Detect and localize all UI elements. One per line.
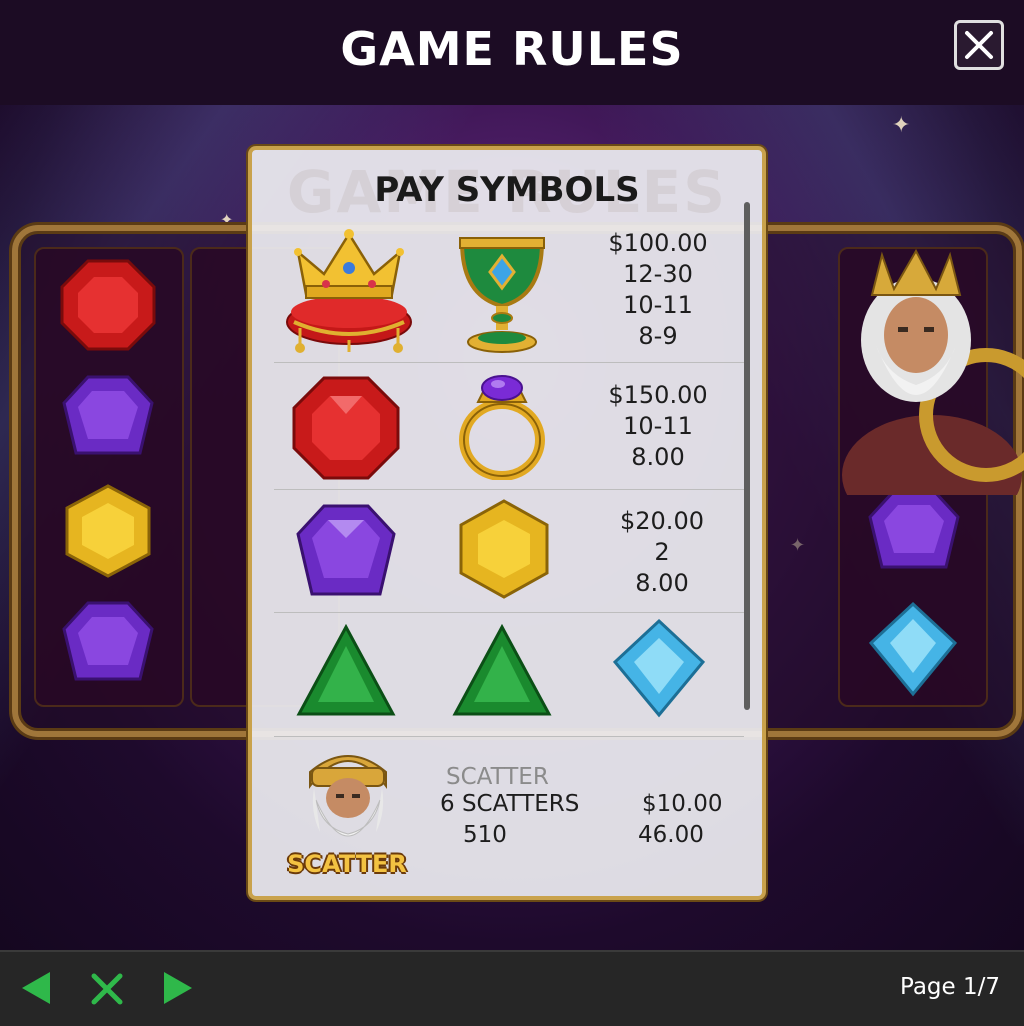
yellow-gem-icon xyxy=(459,499,549,599)
arrow-right-icon xyxy=(164,972,192,1004)
page-indicator: Page 1/7 xyxy=(899,974,1000,1000)
row-divider xyxy=(274,612,744,613)
payout-list: $100.00 12-30 10-11 8-9 xyxy=(598,228,718,352)
payout-value: 2 xyxy=(654,538,670,566)
close-x-icon xyxy=(91,973,123,1005)
ring-icon xyxy=(459,375,545,480)
close-rules-button[interactable] xyxy=(90,972,124,1010)
scatter-label: SCATTER xyxy=(446,764,549,790)
page-title: GAME RULES xyxy=(340,22,684,76)
payout-value: 8.00 xyxy=(635,569,689,597)
payout-value: 12-30 xyxy=(623,260,693,288)
purple-gem-icon xyxy=(296,504,396,596)
previous-page-button[interactable] xyxy=(20,970,52,1010)
payout-value: $100.00 xyxy=(608,229,708,257)
row-divider xyxy=(274,736,744,737)
payout-value: $20.00 xyxy=(620,507,704,535)
row-divider xyxy=(274,489,744,490)
blue-gem-icon xyxy=(868,601,958,697)
red-gem-icon xyxy=(292,376,400,480)
goblet-icon xyxy=(459,237,545,353)
payout-value: 10-11 xyxy=(623,412,693,440)
crown-icon xyxy=(286,229,412,353)
zeus-scatter-icon xyxy=(309,755,387,837)
payout-list: $150.00 10-11 8.00 xyxy=(598,380,718,473)
scatter-prize: $10.00 xyxy=(642,791,723,817)
red-gem-icon xyxy=(60,259,156,351)
green-gem-icon xyxy=(296,624,396,716)
payout-value: 8.00 xyxy=(631,443,685,471)
purple-gem-icon xyxy=(62,601,154,681)
scatter-multiplier: 46.00 xyxy=(638,822,704,848)
arrow-left-icon xyxy=(22,972,50,1004)
close-icon xyxy=(965,31,993,59)
purple-gem-icon xyxy=(868,489,960,569)
row-divider xyxy=(274,362,744,363)
payout-value: 8-9 xyxy=(638,322,678,350)
zeus-character-icon xyxy=(842,248,1024,495)
footer-bar: Page 1/7 xyxy=(0,950,1024,1026)
green-gem-icon xyxy=(452,624,552,716)
close-button[interactable] xyxy=(954,20,1004,70)
scatter-number: 510 xyxy=(463,822,507,848)
scatter-count: 6 SCATTERS xyxy=(440,791,580,817)
purple-gem-icon xyxy=(62,375,154,455)
sparkle-icon: ✦ xyxy=(892,113,911,138)
next-page-button[interactable] xyxy=(162,970,194,1010)
panel-title: PAY SYMBOLS xyxy=(374,170,640,210)
scrollbar[interactable] xyxy=(744,202,750,710)
payout-value: 10-11 xyxy=(623,291,693,319)
header-bar: GAME RULES xyxy=(0,0,1024,105)
scatter-badge: SCATTER xyxy=(287,850,407,878)
yellow-gem-icon xyxy=(65,484,151,578)
payout-list: $20.00 2 8.00 xyxy=(602,506,722,599)
pay-symbols-panel: GAME RULES PAY SYMBOLS $100.00 12-30 10-… xyxy=(248,146,766,900)
blue-gem-icon xyxy=(612,618,706,718)
payout-value: $150.00 xyxy=(608,381,708,409)
